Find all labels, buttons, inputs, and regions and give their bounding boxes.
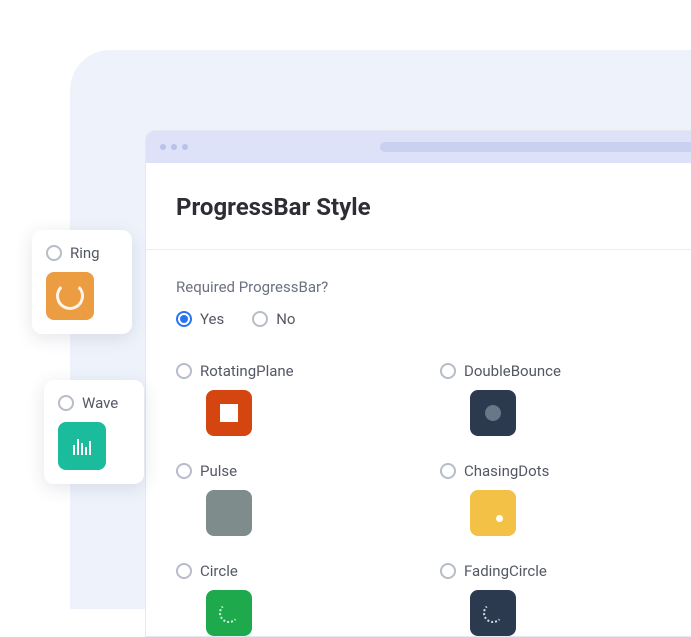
required-no-radio[interactable]: No <box>252 310 295 328</box>
required-yes-radio[interactable]: Yes <box>176 310 224 328</box>
float-card-ring[interactable]: Ring <box>32 230 132 334</box>
radio-unselected-icon <box>46 245 62 261</box>
radio-unselected-icon <box>440 463 456 479</box>
radio-label: No <box>276 310 295 328</box>
pulse-swatch-icon <box>206 490 252 536</box>
style-label: ChasingDots <box>464 462 549 480</box>
style-option-rotatingplane[interactable]: RotatingPlane <box>176 362 420 436</box>
browser-titlebar <box>146 131 691 163</box>
radio-unselected-icon <box>440 563 456 579</box>
style-label: FadingCircle <box>464 562 547 580</box>
style-label: Pulse <box>200 462 237 480</box>
radio-unselected-icon <box>252 311 268 327</box>
style-label: Ring <box>70 244 100 262</box>
window-dot-icon <box>171 144 177 150</box>
fadingcircle-swatch-icon <box>470 590 516 636</box>
window-dot-icon <box>160 144 166 150</box>
wave-swatch-icon <box>58 422 106 470</box>
browser-window: ProgressBar Style Required ProgressBar? … <box>145 130 691 637</box>
window-controls <box>160 144 188 150</box>
radio-selected-icon <box>176 311 192 327</box>
style-options-grid: RotatingPlane DoubleBounce Pulse <box>176 362 684 636</box>
required-radio-group: Yes No <box>176 310 684 328</box>
page-title: ProgressBar Style <box>176 193 684 221</box>
radio-unselected-icon <box>176 563 192 579</box>
radio-unselected-icon <box>440 363 456 379</box>
float-card-wave[interactable]: Wave <box>44 380 144 484</box>
radio-label: Yes <box>200 310 224 328</box>
style-option-chasingdots[interactable]: ChasingDots <box>440 462 684 536</box>
radio-unselected-icon <box>176 463 192 479</box>
url-bar[interactable] <box>380 142 691 152</box>
radio-unselected-icon <box>176 363 192 379</box>
radio-unselected-icon <box>58 395 74 411</box>
ring-swatch-icon <box>46 272 94 320</box>
style-label: DoubleBounce <box>464 362 561 380</box>
style-label: RotatingPlane <box>200 362 294 380</box>
style-label: Wave <box>82 394 118 412</box>
doublebounce-swatch-icon <box>470 390 516 436</box>
style-option-fadingcircle[interactable]: FadingCircle <box>440 562 684 636</box>
style-option-doublebounce[interactable]: DoubleBounce <box>440 362 684 436</box>
style-label: Circle <box>200 562 238 580</box>
rotatingplane-swatch-icon <box>206 390 252 436</box>
required-question: Required ProgressBar? <box>176 278 684 296</box>
style-option-pulse[interactable]: Pulse <box>176 462 420 536</box>
style-option-circle[interactable]: Circle <box>176 562 420 636</box>
page-content: ProgressBar Style Required ProgressBar? … <box>146 163 691 636</box>
divider <box>146 249 691 250</box>
window-dot-icon <box>182 144 188 150</box>
circle-swatch-icon <box>206 590 252 636</box>
chasingdots-swatch-icon <box>470 490 516 536</box>
